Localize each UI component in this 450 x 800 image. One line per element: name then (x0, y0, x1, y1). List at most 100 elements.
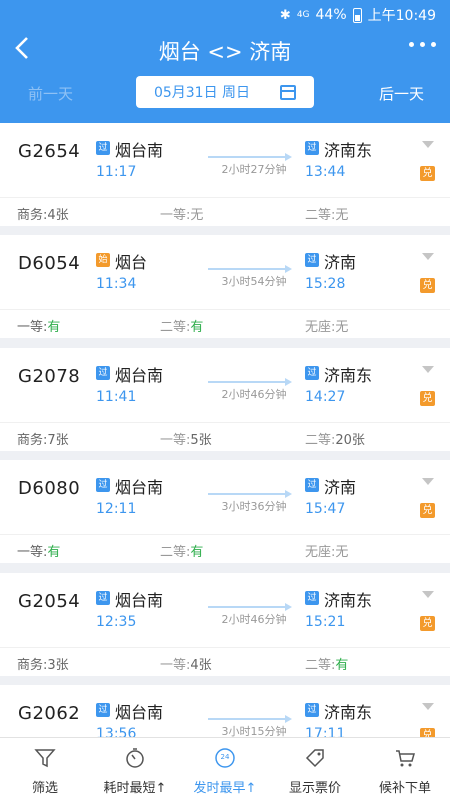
seat-availability: 商务:7张 (17, 429, 69, 448)
seat-availability: 一等:有 (17, 541, 60, 560)
clock-24-icon: 24 (213, 746, 237, 770)
toolbar-tab[interactable]: 候补下单 (360, 738, 450, 800)
prev-day-button[interactable]: 前一天 (28, 83, 73, 104)
seat-class-label: 商务: (17, 433, 48, 448)
expand-chevron-icon[interactable] (422, 591, 434, 598)
departure-station: 烟台南 (115, 591, 164, 610)
train-card[interactable]: D6080 过烟台南 12:11 3小时36分钟过济南 15:47 兑一等:有 二等:有 无座… (0, 460, 450, 563)
seat-count: 有 (47, 320, 61, 335)
expand-chevron-icon[interactable] (422, 703, 434, 710)
toolbar-tab-label: 耗时最短↑ (103, 781, 167, 796)
departure-type-badge: 过 (96, 478, 110, 492)
arrival-time: 15:47 (305, 501, 346, 517)
arrival-time: 13:44 (305, 164, 346, 180)
seat-count: 有 (47, 545, 61, 560)
arrival-station: 济南东 (324, 141, 373, 160)
train-code: G2654 (18, 141, 81, 162)
seat-count: 7张 (47, 433, 69, 448)
seat-count: 3张 (47, 658, 69, 673)
card-divider (0, 647, 450, 648)
travel-duration: 2小时46分钟 (221, 613, 287, 626)
cart-icon (393, 746, 417, 770)
departure-type-badge: 始 (96, 253, 110, 267)
expand-chevron-icon[interactable] (422, 478, 434, 485)
next-day-button[interactable]: 后一天 (379, 83, 424, 104)
departure-type-badge: 过 (96, 591, 110, 605)
arrival-type-badge: 过 (305, 253, 319, 267)
expand-chevron-icon[interactable] (422, 141, 434, 148)
departure-station: 烟台南 (115, 478, 164, 497)
expand-chevron-icon[interactable] (422, 366, 434, 373)
arrival-station: 济南 (324, 253, 357, 272)
train-card[interactable]: D6054 始烟台 11:34 3小时54分钟过济南 15:28 兑一等:有 二等:有 无座:… (0, 235, 450, 338)
seat-count: 4张 (190, 658, 212, 673)
seat-count: 4张 (47, 208, 69, 223)
departure-time: 12:11 (96, 501, 137, 517)
train-code: G2054 (18, 591, 81, 612)
seat-count: 有 (190, 320, 204, 335)
seat-availability: 商务:4张 (17, 204, 69, 223)
arrival-time: 15:21 (305, 614, 346, 630)
train-code: G2078 (18, 366, 81, 387)
card-divider (0, 422, 450, 423)
toolbar-tab-label: 候补下单 (378, 781, 431, 796)
date-bar: 前一天 05月31日 周日 后一天 (0, 76, 450, 110)
train-card[interactable]: G2078 过烟台南 11:41 2小时46分钟过济南东 14:27 兑商务:7张 一等:5… (0, 348, 450, 451)
calendar-icon (280, 84, 297, 100)
seat-class-label: 二等: (305, 433, 336, 448)
card-divider (0, 534, 450, 535)
departure-station: 烟台南 (115, 703, 164, 722)
train-code: G2062 (18, 703, 81, 724)
departure-time: 12:35 (96, 614, 137, 630)
travel-duration: 3小时36分钟 (221, 500, 287, 513)
battery-percent: 44% (315, 7, 347, 23)
seat-availability: 商务:3张 (17, 654, 69, 673)
stopwatch-icon (123, 746, 147, 770)
toolbar-tab[interactable]: 耗时最短↑ (90, 738, 180, 800)
route-arrow-icon (208, 378, 292, 386)
date-picker[interactable]: 05月31日 周日 (136, 76, 314, 108)
route-arrow-icon (208, 490, 292, 498)
arrival-station: 济南 (324, 478, 357, 497)
more-dot-icon (431, 42, 436, 47)
train-card[interactable]: G2054 过烟台南 12:35 2小时46分钟过济南东 15:21 兑商务:3张 一等:4… (0, 573, 450, 676)
date-label: 05月31日 周日 (153, 85, 251, 101)
departure-time: 11:34 (96, 276, 137, 292)
departure-time: 11:17 (96, 164, 137, 180)
seat-availability: 二等:无 (305, 204, 348, 223)
arrival-type-badge: 过 (305, 703, 319, 717)
travel-duration: 3小时54分钟 (221, 275, 287, 288)
arrival-station: 济南东 (324, 703, 373, 722)
departure-time: 11:41 (96, 389, 137, 405)
exchange-badge: 兑 (420, 616, 435, 631)
seat-count: 无 (335, 320, 349, 335)
departure-type-badge: 过 (96, 366, 110, 380)
battery-icon (352, 7, 362, 23)
toolbar-tab-label: 筛选 (31, 781, 58, 796)
seat-class-label: 二等: (160, 545, 191, 560)
route-arrow-icon (208, 153, 292, 161)
seat-count: 无 (335, 545, 349, 560)
seat-class-label: 无座: (305, 545, 336, 560)
seat-availability: 二等:有 (160, 316, 203, 335)
travel-duration: 2小时27分钟 (221, 163, 287, 176)
train-code: D6080 (18, 478, 81, 499)
route-arrow-icon (208, 715, 292, 723)
toolbar-tab[interactable]: 显示票价 (270, 738, 360, 800)
train-card[interactable]: G2654 过烟台南 11:17 2小时27分钟过济南东 13:44 兑商务:4张 一等:无… (0, 123, 450, 226)
expand-chevron-icon[interactable] (422, 253, 434, 260)
seat-count: 无 (190, 208, 204, 223)
more-menu-button[interactable] (409, 42, 436, 47)
status-bar: ✱ 4G 44% 上午10:49 (0, 0, 450, 28)
seat-count: 无 (335, 208, 349, 223)
seat-availability: 一等:4张 (160, 654, 212, 673)
seat-availability: 一等:5张 (160, 429, 212, 448)
page-title: 烟台 <> 济南 (158, 40, 292, 64)
nav-bar: 烟台 <> 济南 (0, 28, 450, 72)
toolbar-tab[interactable]: 24 发时最早↑ (180, 738, 270, 800)
exchange-badge: 兑 (420, 166, 435, 181)
toolbar-tab[interactable]: 筛选 (0, 738, 90, 800)
seat-availability: 无座:无 (305, 316, 348, 335)
clock: 上午10:49 (367, 8, 436, 24)
filter-icon (33, 746, 57, 770)
